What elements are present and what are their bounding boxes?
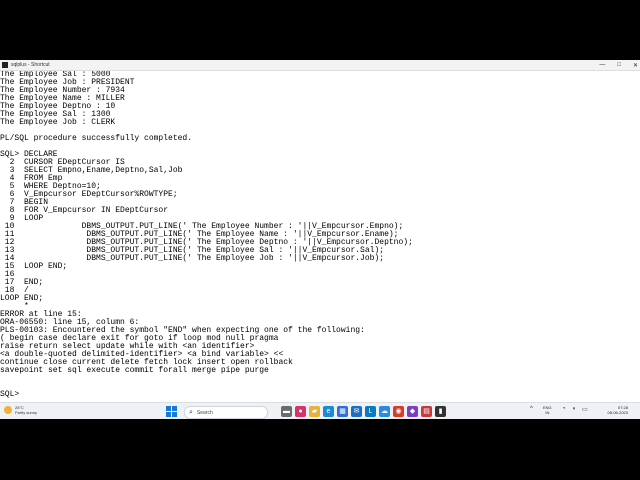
- camera-icon[interactable]: ●: [295, 406, 306, 417]
- console-line: 16: [0, 270, 15, 279]
- screen: sqlplus - Shortcut — □ ✕ The Employee Sa…: [0, 60, 640, 419]
- console-line: *: [0, 302, 29, 311]
- console-line: PL/SQL procedure successfully completed.: [0, 134, 193, 143]
- folder-icon[interactable]: ▰: [309, 406, 320, 417]
- taskbar-search[interactable]: ⌕ Search: [184, 406, 268, 419]
- lens-icon[interactable]: L: [365, 406, 376, 417]
- database-icon[interactable]: ▤: [421, 406, 432, 417]
- console-line: savepoint set sql execute commit forall …: [0, 366, 269, 375]
- mail-icon[interactable]: ✉: [351, 406, 362, 417]
- edge-icon[interactable]: e: [323, 406, 334, 417]
- wifi-icon[interactable]: ◔: [562, 406, 566, 412]
- battery-icon[interactable]: ▭: [582, 406, 588, 413]
- window-title: sqlplus - Shortcut: [11, 62, 50, 68]
- console-text: The Employee Sal : 5000 The Employee Job …: [0, 71, 640, 399]
- console-line: 15 LOOP END;: [0, 262, 68, 271]
- file-manager-icon[interactable]: ▬: [281, 406, 292, 417]
- console-line: 17 END;: [0, 278, 44, 287]
- language-indicator[interactable]: ENG IN: [543, 405, 552, 415]
- title-bar[interactable]: sqlplus - Shortcut — □ ✕: [0, 60, 640, 71]
- console-line: 3 SELECT Empno,Ename,Deptno,Sal,Job: [0, 166, 183, 175]
- start-button[interactable]: [166, 406, 177, 417]
- maximize-button[interactable]: □: [617, 62, 621, 68]
- console-line: LOOP END;: [0, 294, 44, 303]
- console-line: The Employee Job : CLERK: [0, 118, 116, 127]
- console-line: 18 /: [0, 286, 29, 295]
- window-controls: — □ ✕: [599, 60, 638, 70]
- region-code: IN: [545, 410, 550, 415]
- console-line: 14 DBMS_OUTPUT.PUT_LINE(' The Employee J…: [0, 254, 385, 263]
- chrome-icon[interactable]: ◉: [393, 406, 404, 417]
- terminal-icon[interactable]: ▮: [435, 406, 446, 417]
- close-button[interactable]: ✕: [633, 62, 638, 69]
- tray-chevron-icon[interactable]: ^: [530, 406, 533, 412]
- taskbar: 28°C Partly sunny ⌕ Search ▬ ● ▰ e ▦ ✉ L ☁ ◉ ◆ ▤ ▮ …: [0, 402, 640, 419]
- notes-icon[interactable]: ◆: [407, 406, 418, 417]
- console-line: SQL>: [0, 390, 20, 399]
- clock[interactable]: 07:28 08-06-2023: [594, 405, 628, 415]
- store-icon[interactable]: ▦: [337, 406, 348, 417]
- cloud-icon[interactable]: ☁: [379, 406, 390, 417]
- sqlplus-app-icon: [2, 62, 8, 68]
- search-icon: ⌕: [189, 408, 193, 416]
- console-line: 8 FOR V_Empcursor IN EDeptCursor: [0, 206, 169, 215]
- windows-logo-icon: [166, 406, 171, 411]
- minimize-button[interactable]: —: [599, 62, 605, 68]
- weather-description: Partly sunny: [15, 410, 38, 415]
- weather-sun-icon: [4, 406, 12, 414]
- search-label: Search: [196, 409, 213, 416]
- volume-icon[interactable]: ◖: [572, 406, 576, 412]
- console-output[interactable]: The Employee Sal : 5000 The Employee Job …: [0, 71, 640, 401]
- console-line: 6 V_Empcursor EDeptCursor%ROWTYPE;: [0, 190, 178, 199]
- clock-date: 08-06-2023: [607, 410, 628, 415]
- weather-widget[interactable]: 28°C Partly sunny: [4, 405, 37, 415]
